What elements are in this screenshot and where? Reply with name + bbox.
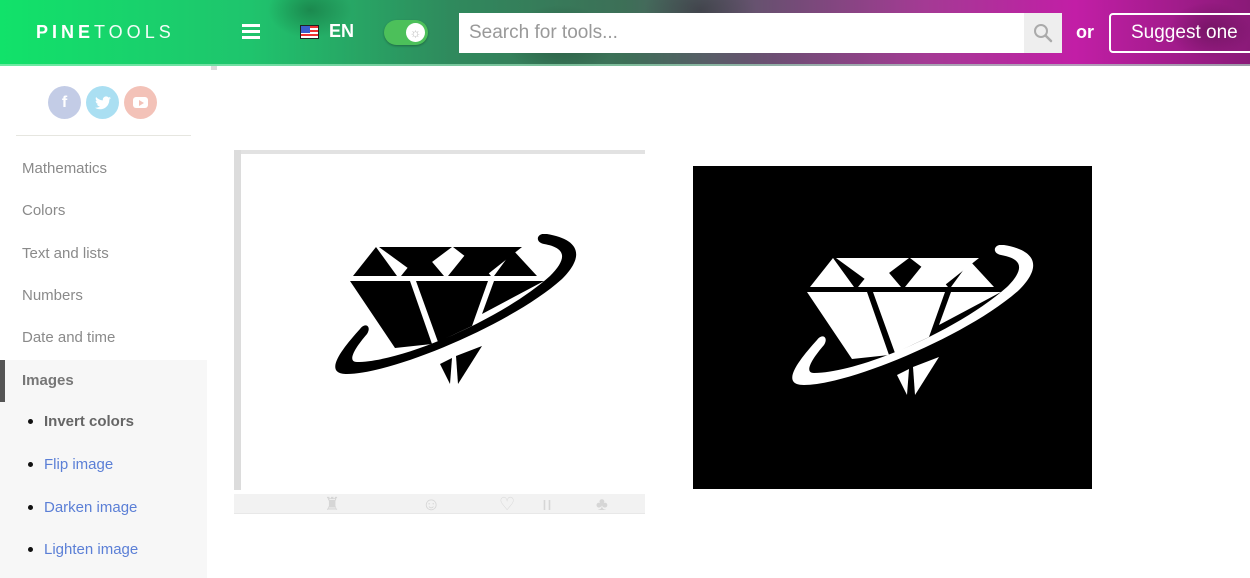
diamond-logo-white [792, 245, 1034, 395]
suggest-one-button[interactable]: Suggest one [1109, 13, 1250, 53]
twitter-bird-glyph [94, 95, 111, 109]
sidebar-item-date-and-time[interactable]: Date and time [22, 329, 115, 346]
search-bar [459, 13, 1062, 53]
sun-icon: ☼ [406, 23, 425, 42]
bullet-icon [28, 505, 33, 510]
language-selector[interactable]: EN [329, 21, 354, 42]
subitem-darken-image[interactable]: Darken image [28, 499, 137, 516]
sidebar-item-text-and-lists[interactable]: Text and lists [22, 245, 109, 262]
sidebar-item-colors[interactable]: Colors [22, 202, 65, 219]
hamburger-menu-icon[interactable] [242, 24, 260, 40]
social-divider [16, 135, 191, 136]
top-header: PINETOOLS EN ☼ or Suggest one [0, 0, 1250, 66]
sidebar-item-numbers[interactable]: Numbers [22, 287, 83, 304]
theme-toggle[interactable]: ☼ [384, 20, 428, 45]
smiley-doodle-icon: ☺ [422, 494, 441, 514]
diamond-logo-black [335, 234, 577, 384]
us-flag-icon[interactable] [300, 25, 319, 39]
subitem-label: Darken image [44, 499, 138, 516]
search-input[interactable] [459, 13, 1024, 53]
search-icon [1034, 24, 1053, 43]
logo-light-text: TOOLS [94, 22, 175, 42]
scribble-doodle-icon: ıı [542, 494, 553, 514]
facebook-icon[interactable]: f [48, 86, 81, 119]
subitem-invert-colors[interactable]: Invert colors [28, 413, 134, 430]
bullet-icon [28, 462, 33, 467]
bullet-icon [28, 547, 33, 552]
tree-doodle-icon: ♣ [596, 494, 608, 514]
youtube-play-glyph [133, 97, 148, 108]
output-image-panel[interactable] [693, 166, 1092, 489]
panel-top-border [234, 150, 645, 154]
search-button[interactable] [1024, 13, 1062, 53]
sidebar-scroll-handle [211, 66, 217, 70]
drop-zone-strip[interactable]: ♜ ☺ ♡ ıı ♣ [234, 494, 645, 514]
subitem-label: Lighten image [44, 541, 139, 558]
site-logo[interactable]: PINETOOLS [36, 22, 175, 43]
sidebar-item-mathematics[interactable]: Mathematics [22, 160, 107, 177]
chef-hat-doodle-icon: ♜ [324, 494, 341, 514]
twitter-icon[interactable] [86, 86, 119, 119]
facebook-glyph: f [61, 93, 68, 111]
panel-left-border [234, 150, 241, 490]
sidebar-item-images[interactable]: Images [22, 372, 74, 389]
subitem-label: Invert colors [44, 413, 135, 430]
logo-bold-text: PINE [36, 22, 95, 42]
social-links: f [48, 86, 157, 119]
or-label: or [1076, 22, 1094, 42]
youtube-icon[interactable] [124, 86, 157, 119]
active-indicator [0, 360, 5, 402]
heart-doodle-icon: ♡ [499, 494, 516, 514]
subitem-lighten-image[interactable]: Lighten image [28, 541, 138, 558]
subitem-label: Flip image [44, 456, 114, 473]
sidebar: f Mathematics Colors Text and lists Numb… [0, 66, 207, 578]
subitem-flip-image[interactable]: Flip image [28, 456, 113, 473]
bullet-icon [28, 419, 33, 424]
input-image-panel[interactable] [234, 150, 645, 490]
